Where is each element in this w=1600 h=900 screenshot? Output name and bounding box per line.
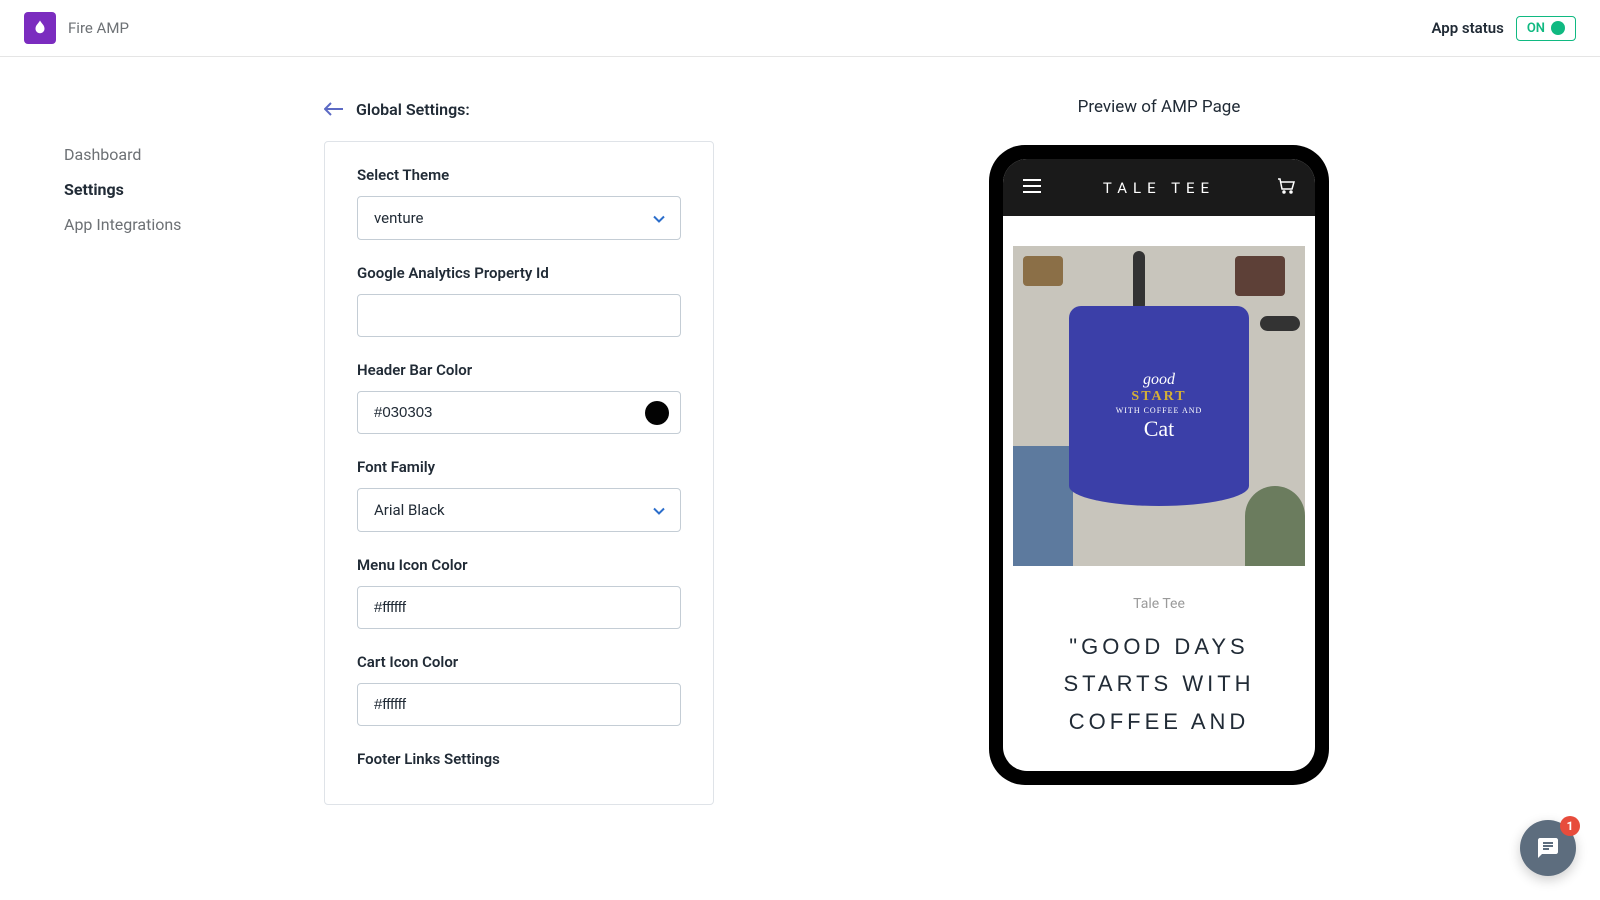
- cart-icon[interactable]: [1277, 178, 1295, 198]
- settings-section: Global Settings: Select Theme venture Go…: [324, 97, 714, 805]
- tshirt-line2: START: [1116, 389, 1203, 406]
- phone-content: good START WITH COFFEE AND Cat Tale Tee …: [1003, 216, 1315, 740]
- field-header-color: Header Bar Color: [357, 361, 681, 434]
- app-logo: [24, 12, 56, 44]
- settings-card: Select Theme venture Google Analytics Pr…: [324, 141, 714, 805]
- content-area: Global Settings: Select Theme venture Go…: [324, 97, 1576, 805]
- back-arrow-icon[interactable]: [324, 97, 344, 121]
- field-menu-icon-color: Menu Icon Color: [357, 556, 681, 629]
- status-dot-icon: [1551, 21, 1565, 35]
- product-title: "GOOD DAYS STARTS WITH COFFEE AND: [1023, 628, 1295, 740]
- status-text: ON: [1527, 21, 1545, 36]
- field-cart-icon-color: Cart Icon Color: [357, 653, 681, 726]
- ga-input[interactable]: [357, 294, 681, 337]
- sidebar-item-settings[interactable]: Settings: [64, 172, 304, 207]
- app-status-label: App status: [1431, 19, 1503, 37]
- font-family-label: Font Family: [357, 458, 681, 476]
- page-title: Global Settings:: [356, 100, 470, 119]
- chat-icon: [1536, 836, 1560, 860]
- select-theme-input[interactable]: venture: [357, 196, 681, 240]
- field-ga: Google Analytics Property Id: [357, 264, 681, 337]
- fire-icon: [31, 19, 49, 37]
- product-image: good START WITH COFFEE AND Cat: [1013, 246, 1305, 566]
- header-right: App status ON: [1431, 16, 1576, 41]
- field-select-theme: Select Theme venture: [357, 166, 681, 240]
- main-container: Dashboard Settings App Integrations Glob…: [0, 57, 1600, 805]
- sidebar-item-dashboard[interactable]: Dashboard: [64, 137, 304, 172]
- app-name: Fire AMP: [68, 19, 129, 37]
- field-footer-links: Footer Links Settings: [357, 750, 681, 768]
- phone-frame: TALE TEE: [989, 145, 1329, 785]
- app-header: Fire AMP App status ON: [0, 0, 1600, 57]
- product-meta: Tale Tee "GOOD DAYS STARTS WITH COFFEE A…: [1003, 566, 1315, 740]
- phone-header: TALE TEE: [1003, 159, 1315, 216]
- header-color-label: Header Bar Color: [357, 361, 681, 379]
- product-brand: Tale Tee: [1023, 596, 1295, 612]
- sidebar: Dashboard Settings App Integrations: [24, 97, 304, 805]
- preview-title: Preview of AMP Page: [1078, 97, 1241, 117]
- chat-badge: 1: [1560, 816, 1580, 836]
- ga-label: Google Analytics Property Id: [357, 264, 681, 282]
- tshirt-line3: WITH COFFEE AND: [1116, 406, 1203, 416]
- cart-icon-color-label: Cart Icon Color: [357, 653, 681, 671]
- menu-icon-color-label: Menu Icon Color: [357, 556, 681, 574]
- header-left: Fire AMP: [24, 12, 129, 44]
- cart-icon-color-input[interactable]: [357, 683, 681, 726]
- hamburger-icon[interactable]: [1023, 177, 1041, 198]
- color-swatch-icon[interactable]: [645, 401, 669, 425]
- header-color-input[interactable]: [357, 391, 681, 434]
- tshirt-line1: good: [1116, 370, 1203, 389]
- select-theme-label: Select Theme: [357, 166, 681, 184]
- field-font-family: Font Family Arial Black: [357, 458, 681, 532]
- font-family-input[interactable]: Arial Black: [357, 488, 681, 532]
- tshirt-line4: Cat: [1116, 416, 1203, 442]
- phone-screen: TALE TEE: [1003, 159, 1315, 771]
- tshirt-graphic: good START WITH COFFEE AND Cat: [1069, 306, 1249, 506]
- menu-icon-color-input[interactable]: [357, 586, 681, 629]
- preview-section: Preview of AMP Page TALE TEE: [742, 97, 1576, 805]
- phone-brand: TALE TEE: [1103, 179, 1215, 197]
- sidebar-item-integrations[interactable]: App Integrations: [64, 207, 304, 242]
- footer-links-label: Footer Links Settings: [357, 750, 681, 768]
- chat-button[interactable]: 1: [1520, 820, 1576, 876]
- breadcrumb: Global Settings:: [324, 97, 714, 121]
- status-toggle[interactable]: ON: [1516, 16, 1576, 41]
